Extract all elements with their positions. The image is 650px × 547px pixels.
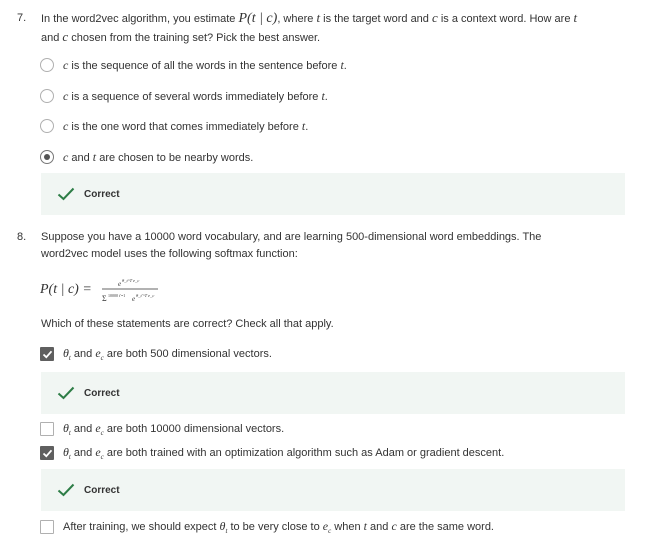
feedback-label: Correct [84, 387, 120, 399]
q8-option-2[interactable]: θt and ec are both 10000 dimensional vec… [40, 420, 284, 438]
checkmark-icon [42, 350, 53, 359]
formula-sum-limits: 10000 t′=1 [108, 293, 125, 298]
question-7-text: In the word2vec algorithm, you estimate … [41, 10, 578, 44]
q7-option-4[interactable]: c and t are chosen to be nearby words. [40, 148, 253, 166]
check-icon [57, 483, 75, 497]
q8-option-3-label: θt and ec are both trained with an optim… [63, 444, 505, 462]
q8-prompt: Which of these statements are correct? C… [41, 318, 334, 330]
softmax-formula: P(t | c) = e θ_t^T e_c Σ 10000 t′=1 e θ_… [39, 275, 180, 305]
check-icon [57, 386, 75, 400]
q7-option-1[interactable]: c is the sequence of all the words in th… [40, 56, 347, 74]
formula-numerator: e [118, 280, 121, 288]
q8-option-3[interactable]: θt and ec are both trained with an optim… [40, 444, 504, 462]
formula-denominator-exponent: θ_t′^T e_c [136, 293, 154, 298]
question-7-number: 7. [17, 12, 27, 24]
q7-option-3[interactable]: c is the one word that comes immediately… [40, 117, 308, 135]
checkmark-icon [42, 449, 53, 458]
q8-option-1-checkbox-checked[interactable] [40, 347, 54, 361]
q7-feedback-correct: Correct [41, 173, 625, 215]
feedback-label: Correct [84, 484, 120, 496]
q7-option-3-label: c is the one word that comes immediately… [63, 118, 309, 133]
q7-option-4-label: c and t are chosen to be nearby words. [63, 149, 254, 164]
formula-sum-symbol: Σ [102, 294, 107, 303]
formula-numerator-exponent: θ_t^T e_c [122, 278, 139, 283]
q8-feedback-correct-1: Correct [41, 372, 625, 414]
question-8-text: Suppose you have a 10000 word vocabulary… [41, 231, 542, 260]
q7-option-4-radio-selected[interactable] [40, 150, 54, 164]
q8-option-4[interactable]: After training, we should expect θt to b… [40, 518, 494, 536]
question-8-number: 8. [17, 231, 27, 243]
q8-option-1[interactable]: θt and ec are both 500 dimensional vecto… [40, 345, 272, 363]
q7-option-1-label: c is the sequence of all the words in th… [63, 57, 347, 72]
q8-option-4-checkbox[interactable] [40, 520, 54, 534]
q8-feedback-correct-2: Correct [41, 469, 625, 511]
q7-option-2-radio[interactable] [40, 89, 54, 103]
q8-option-1-label: θt and ec are both 500 dimensional vecto… [63, 345, 272, 363]
q8-option-3-checkbox-checked[interactable] [40, 446, 54, 460]
q8-option-4-label: After training, we should expect θt to b… [63, 518, 494, 536]
q8-option-2-label: θt and ec are both 10000 dimensional vec… [63, 420, 285, 438]
q7-option-1-radio[interactable] [40, 58, 54, 72]
formula-denominator-e: e [132, 295, 135, 303]
q7-option-3-radio[interactable] [40, 119, 54, 133]
softmax-formula-graphic: P(t | c) = e θ_t^T e_c Σ 10000 t′=1 e θ_… [39, 278, 158, 303]
q7-option-2-label: c is a sequence of several words immedia… [63, 88, 328, 103]
feedback-label: Correct [84, 188, 120, 200]
q7-option-2[interactable]: c is a sequence of several words immedia… [40, 87, 328, 105]
formula-lhs: P(t | c) = [40, 282, 92, 297]
q8-option-2-checkbox[interactable] [40, 422, 54, 436]
check-icon [57, 187, 75, 201]
